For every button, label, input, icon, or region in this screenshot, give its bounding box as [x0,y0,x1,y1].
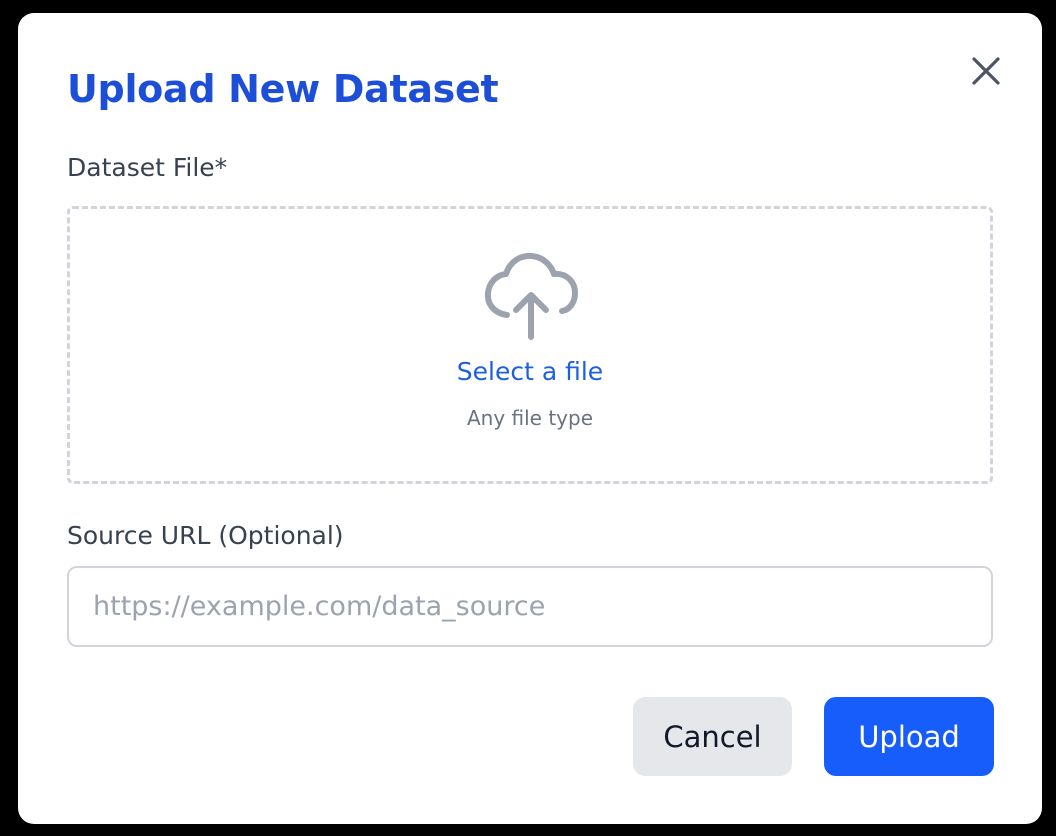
close-icon [972,57,1000,85]
file-dropzone[interactable]: Select a file Any file type [67,206,993,484]
select-file-link[interactable]: Select a file [457,357,603,386]
upload-button[interactable]: Upload [824,697,994,776]
upload-dataset-dialog: Upload New Dataset Dataset File* Select … [18,13,1042,824]
file-type-hint: Any file type [466,406,594,430]
source-url-input[interactable] [67,566,993,647]
source-url-label: Source URL (Optional) [67,521,344,550]
cloud-upload-icon [484,253,578,340]
close-button[interactable] [966,51,1006,91]
dataset-file-label: Dataset File* [67,153,228,182]
cancel-button[interactable]: Cancel [633,697,792,776]
dialog-title: Upload New Dataset [67,67,499,111]
